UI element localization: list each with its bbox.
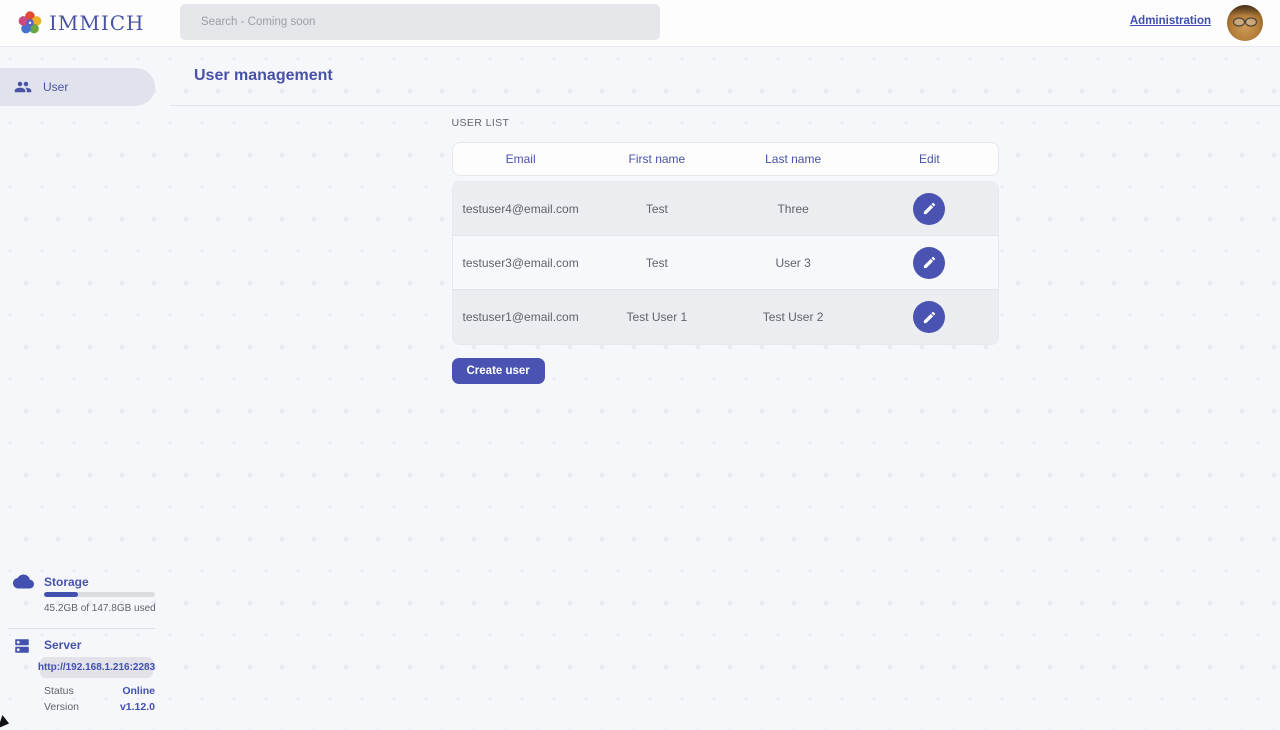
pencil-icon <box>922 201 937 216</box>
page-title-bar: User management <box>170 47 1280 106</box>
user-first-name: Test <box>589 256 725 270</box>
col-last-name: Last name <box>725 152 861 166</box>
server-url-badge: http://192.168.1.216:2283 <box>40 657 153 678</box>
user-avatar[interactable] <box>1227 5 1263 41</box>
col-edit: Edit <box>861 152 997 166</box>
status-value: Online <box>122 685 155 697</box>
version-value: v1.12.0 <box>120 701 155 713</box>
storage-progress-bar <box>44 592 155 597</box>
sidebar-item-user-label: User <box>43 80 68 94</box>
cloud-icon <box>13 574 34 594</box>
app-brand[interactable]: IMMICH <box>17 10 145 36</box>
user-list-section: USER LIST Email First name Last name Edi… <box>452 117 999 384</box>
user-last-name: Three <box>725 202 861 216</box>
user-email: testuser3@email.com <box>453 256 589 270</box>
edit-user-button[interactable] <box>913 247 945 279</box>
version-label: Version <box>44 701 79 713</box>
main-panel: User management USER LIST Email First na… <box>170 47 1280 730</box>
create-user-button[interactable]: Create user <box>452 358 545 384</box>
immich-logo-icon <box>17 10 43 36</box>
page-title: User management <box>194 67 333 85</box>
server-version-row: Version v1.12.0 <box>44 701 155 713</box>
table-row: testuser4@email.com Test Three <box>453 182 998 236</box>
server-icon <box>13 637 31 660</box>
sidebar-divider <box>8 628 155 629</box>
server-status-row: Status Online <box>44 685 155 697</box>
pencil-icon <box>922 255 937 270</box>
user-first-name: Test <box>589 202 725 216</box>
col-first-name: First name <box>589 152 725 166</box>
app-background: User Storage 45.2GB of 147.8GB used Serv… <box>0 47 1280 730</box>
administration-link[interactable]: Administration <box>1130 15 1211 27</box>
edit-user-button[interactable] <box>913 301 945 333</box>
sidebar: User Storage 45.2GB of 147.8GB used Serv… <box>0 47 170 730</box>
section-label: USER LIST <box>452 117 999 129</box>
user-last-name: Test User 2 <box>725 310 861 324</box>
storage-title: Storage <box>44 575 89 589</box>
user-last-name: User 3 <box>725 256 861 270</box>
table-header: Email First name Last name Edit <box>452 142 999 176</box>
user-first-name: Test User 1 <box>589 310 725 324</box>
app-name: IMMICH <box>49 11 145 35</box>
table-row: testuser1@email.com Test User 1 Test Use… <box>453 290 998 344</box>
status-label: Status <box>44 685 74 697</box>
sidebar-item-user[interactable]: User <box>0 68 155 106</box>
user-email: testuser4@email.com <box>453 202 589 216</box>
server-title: Server <box>44 638 81 652</box>
user-email: testuser1@email.com <box>453 310 589 324</box>
search-input[interactable] <box>180 4 660 40</box>
users-group-icon <box>14 78 32 96</box>
pencil-icon <box>922 310 937 325</box>
table-row: testuser3@email.com Test User 3 <box>453 236 998 290</box>
col-email: Email <box>453 152 589 166</box>
storage-progress-fill <box>44 592 78 597</box>
storage-usage-text: 45.2GB of 147.8GB used <box>44 603 156 614</box>
edit-user-button[interactable] <box>913 193 945 225</box>
user-table: testuser4@email.com Test Three testuser3… <box>452 181 999 345</box>
top-bar: IMMICH Administration <box>0 0 1280 47</box>
glasses-photo <box>1231 15 1259 29</box>
